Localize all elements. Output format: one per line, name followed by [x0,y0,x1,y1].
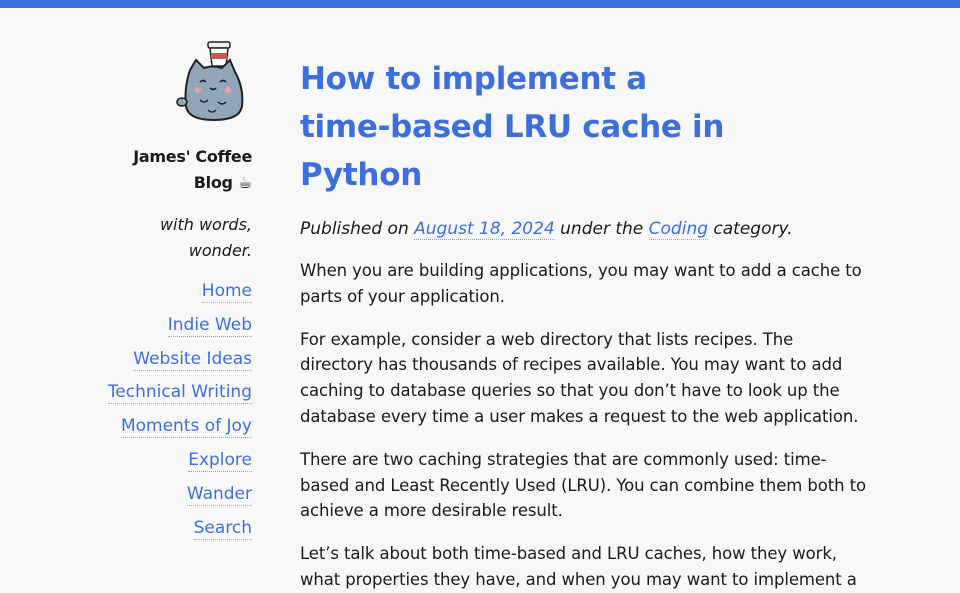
top-accent-bar [0,0,960,8]
paragraph: For example, consider a web directory th… [300,329,859,426]
nav-link-home[interactable]: Home [60,280,252,303]
paragraph: Let’s talk about both time-based and LRU… [300,544,857,589]
tagline-line1: with words, [159,215,252,234]
post-date-link[interactable]: August 18, 2024 [414,219,555,240]
nav-link-wander[interactable]: Wander [60,483,252,506]
meta-suffix: category. [708,219,793,239]
sidebar: James' Coffee Blog ☕ with words, wonder.… [60,40,252,550]
post-title: How to implement a time-based LRU cache … [300,61,725,193]
nav-link-explore[interactable]: Explore [60,449,252,472]
post-meta: Published on August 18, 2024 under the C… [300,216,870,242]
paragraph: There are two caching strategies that ar… [300,449,866,521]
nav-link-website-ideas[interactable]: Website Ideas [60,348,252,371]
nav-link-indie-web[interactable]: Indie Web [60,314,252,337]
meta-prefix: Published on [300,219,415,239]
paragraph: When you are building applications, you … [300,261,862,306]
tagline-line2: wonder. [188,241,252,260]
nav-link-technical-writing[interactable]: Technical Writing [60,381,252,405]
blog-title-line2: Blog ☕ [193,173,253,192]
sidebar-nav: Home Indie Web Website Ideas Technical W… [60,280,252,540]
post-content: How to implement a time-based LRU cache … [300,55,870,593]
meta-middle: under the [554,219,649,239]
cat-with-coffee-cup-icon[interactable] [174,40,252,124]
blog-tagline: with words, wonder. [60,212,252,264]
nav-link-moments-of-joy[interactable]: Moments of Joy [60,415,252,439]
blog-title-line1: James' Coffee [133,147,252,166]
post-category-link[interactable]: Coding [648,219,709,240]
nav-link-search[interactable]: Search [60,517,252,540]
blog-title[interactable]: James' Coffee Blog ☕ [60,144,252,196]
